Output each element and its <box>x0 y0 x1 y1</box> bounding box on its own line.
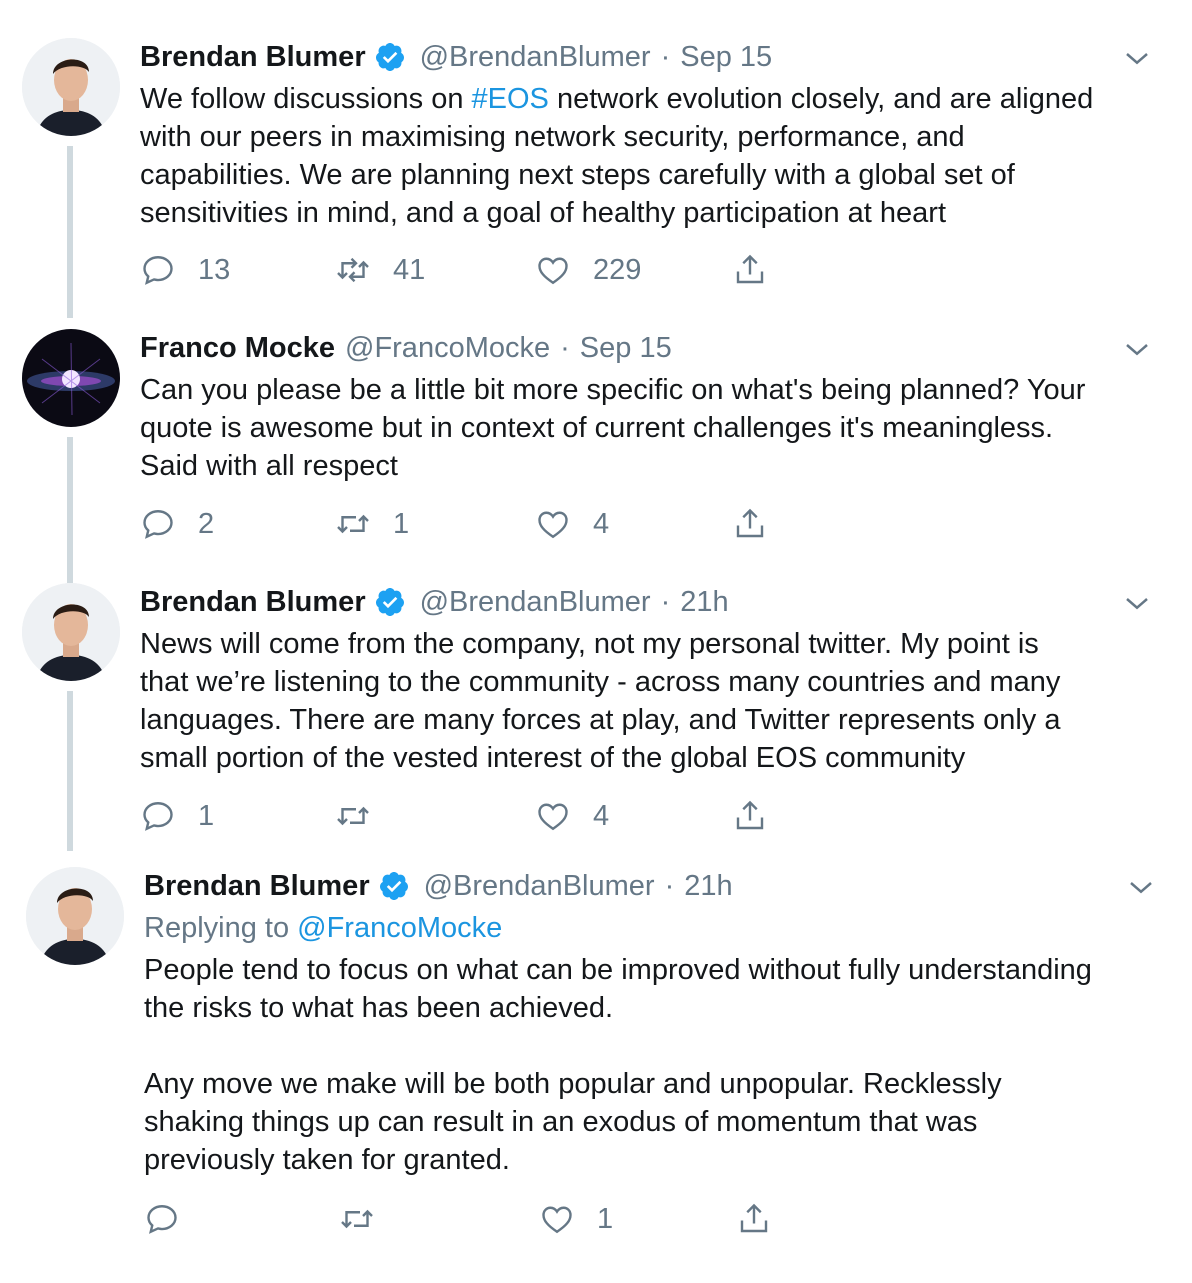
chevron-down-icon[interactable] <box>1126 873 1156 903</box>
share-button[interactable] <box>736 1199 772 1239</box>
tweet-actions: 1 <box>144 1199 844 1239</box>
tweet-timestamp[interactable]: 21h <box>684 870 732 903</box>
tweet-4[interactable]: Brendan Blumer @BrendanBlumer · 21h Repl… <box>0 867 1192 1257</box>
like-button[interactable]: 1 <box>539 1199 613 1239</box>
tweet-text: People tend to focus on what can be impr… <box>144 954 1092 1176</box>
replying-to: Replying to @FrancoMocke <box>144 909 1162 947</box>
tweet-timestamp[interactable]: Sep 15 <box>680 41 772 74</box>
tweet-header: Brendan Blumer @BrendanBlumer · 21h <box>140 583 1162 621</box>
separator-dot: · <box>560 331 570 364</box>
retweet-icon <box>337 514 369 534</box>
share-button[interactable] <box>732 504 768 544</box>
reply-icon <box>147 1205 177 1234</box>
retweet-button[interactable]: 41 <box>335 250 425 290</box>
like-icon <box>538 257 568 285</box>
share-button[interactable] <box>732 250 768 290</box>
retweet-button[interactable] <box>335 796 393 836</box>
chevron-down-icon[interactable] <box>1122 44 1152 74</box>
chevron-down-icon[interactable] <box>1122 335 1152 365</box>
reply-icon <box>143 256 173 285</box>
separator-dot: · <box>660 40 671 73</box>
like-count: 4 <box>593 507 610 540</box>
verified-badge-icon <box>375 588 404 616</box>
thread-connector <box>67 146 73 318</box>
retweet-count: 1 <box>393 507 410 540</box>
tweet-1[interactable]: Brendan Blumer @BrendanBlumer · Sep 15 W… <box>0 38 1192 318</box>
like-button[interactable]: 229 <box>535 250 641 290</box>
retweet-count: 41 <box>393 253 426 286</box>
reply-count: 2 <box>198 507 215 540</box>
author-name[interactable]: Franco Mocke <box>140 332 335 365</box>
reply-icon <box>143 802 173 831</box>
tweet-3[interactable]: Brendan Blumer @BrendanBlumer · 21h News… <box>0 583 1192 851</box>
reply-button[interactable]: 13 <box>140 250 230 290</box>
verified-badge-icon <box>375 43 404 71</box>
tweet-header: Franco Mocke @FrancoMocke · Sep 15 <box>140 329 1162 367</box>
share-icon <box>740 1203 768 1233</box>
retweet-icon <box>341 1209 373 1229</box>
retweet-button[interactable]: 1 <box>335 504 409 544</box>
like-icon <box>538 511 568 539</box>
avatar-brendan-blumer[interactable] <box>26 867 124 965</box>
retweet-button[interactable] <box>339 1199 397 1239</box>
tweet-text: News will come from the company, not my … <box>140 628 1061 774</box>
reply-icon <box>143 510 173 539</box>
tweet-actions: 1 4 <box>140 796 840 836</box>
author-handle[interactable]: @BrendanBlumer <box>420 41 651 74</box>
reply-count: 1 <box>198 799 215 832</box>
author-handle[interactable]: @BrendanBlumer <box>420 586 651 619</box>
tweet-actions: 13 41 229 <box>140 250 840 290</box>
tweet-2[interactable]: Franco Mocke @FrancoMocke · Sep 15 Can y… <box>0 329 1192 583</box>
retweet-icon <box>337 806 369 826</box>
share-icon <box>736 254 764 284</box>
verified-badge-icon <box>379 872 408 900</box>
avatar-brendan-blumer[interactable] <box>22 38 120 136</box>
like-button[interactable]: 4 <box>535 796 609 836</box>
avatar-brendan-blumer[interactable] <box>22 583 120 681</box>
separator-dot: · <box>664 869 675 902</box>
like-count: 4 <box>593 799 610 832</box>
thread-connector <box>67 437 73 583</box>
avatar-franco-mocke[interactable] <box>22 329 120 427</box>
mention-link[interactable]: @FrancoMocke <box>297 912 502 944</box>
tweet-text: Can you please be a little bit more spec… <box>140 374 1086 482</box>
share-button[interactable] <box>732 796 768 836</box>
like-count: 1 <box>597 1202 614 1235</box>
replying-label: Replying to <box>144 912 298 944</box>
like-icon <box>538 803 568 831</box>
author-name[interactable]: Brendan Blumer <box>140 586 366 619</box>
tweet-thread: Brendan Blumer @BrendanBlumer · Sep 15 W… <box>0 0 1192 1283</box>
author-name[interactable]: Brendan Blumer <box>140 41 366 74</box>
tweet-actions: 2 1 4 <box>140 504 840 544</box>
tweet-header: Brendan Blumer @BrendanBlumer · 21h <box>144 867 1162 905</box>
author-name[interactable]: Brendan Blumer <box>144 870 370 903</box>
chevron-down-icon[interactable] <box>1122 589 1152 619</box>
author-handle[interactable]: @BrendanBlumer <box>424 870 655 903</box>
like-button[interactable]: 4 <box>535 504 609 544</box>
separator-dot: · <box>660 585 671 618</box>
tweet-header: Brendan Blumer @BrendanBlumer · Sep 15 <box>140 38 1162 76</box>
tweet-timestamp[interactable]: 21h <box>680 586 728 619</box>
hashtag-link[interactable]: #EOS <box>472 83 549 115</box>
retweet-icon <box>337 257 369 283</box>
reply-button[interactable] <box>144 1199 202 1239</box>
tweet-text: We follow discussions on #EOS network ev… <box>140 80 1162 232</box>
reply-button[interactable]: 2 <box>140 504 214 544</box>
tweet-text-part: We follow discussions on <box>140 83 472 115</box>
reply-button[interactable]: 1 <box>140 796 214 836</box>
like-count: 229 <box>593 253 642 286</box>
share-icon <box>736 508 764 538</box>
reply-count: 13 <box>198 253 231 286</box>
like-icon <box>542 1206 572 1234</box>
share-icon <box>736 800 764 830</box>
tweet-timestamp[interactable]: Sep 15 <box>580 332 672 365</box>
thread-connector <box>67 691 73 851</box>
author-handle[interactable]: @FrancoMocke <box>345 332 550 365</box>
